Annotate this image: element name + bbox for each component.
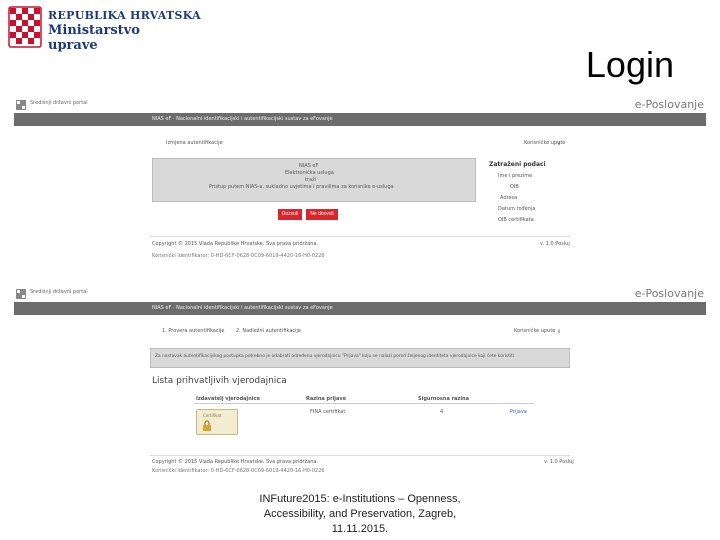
requested-data-title: Zatraženi podaci <box>489 161 546 168</box>
portal-logo-icon <box>16 289 26 299</box>
footer-divider <box>150 236 570 237</box>
info-text: Za nastavak autentifikacijskog postupka … <box>155 354 516 359</box>
navbar-title: NIAS eF · Nacionalni identifikacijski i … <box>152 305 333 311</box>
copyright: Copyright © 2015 Vlada Republike Hrvatsk… <box>152 459 319 465</box>
portal-label[interactable]: Središnji državni portal <box>30 100 88 106</box>
ministry-line-3: uprave <box>48 38 98 53</box>
box-line-3: Pristup putem NIAS-a, sukladno uvjetima … <box>209 184 394 190</box>
fina-card-image: Certifikat <box>196 409 238 435</box>
box-line-1: Elektronička usluga <box>285 170 334 176</box>
deny-button[interactable]: Ne dozvoli <box>306 209 338 220</box>
requested-item: OIB <box>510 184 519 190</box>
copyright: Copyright © 2015 Vlada Republike Hrvatsk… <box>152 241 319 247</box>
box-title: NIAS eF <box>299 163 319 169</box>
screenshot-consent: Središnji državni portal e-Poslovanje NI… <box>14 98 706 266</box>
portal-topbar: Središnji državni portal e-Poslovanje <box>14 287 706 301</box>
step-2-tab[interactable]: 2. Nadležni autentifikacije <box>236 328 301 334</box>
brand-logo: e-Poslovanje <box>634 98 704 111</box>
consent-box: NIAS eF Elektronička usluga traži Pristu… <box>152 158 476 202</box>
download-icon[interactable]: ⭳ <box>558 327 560 337</box>
brand-logo: e-Poslovanje <box>634 287 704 300</box>
security-level: 4 <box>440 409 444 415</box>
card-text: Certifikat <box>203 413 222 418</box>
footer-divider <box>150 455 570 456</box>
login-link[interactable]: Prijava <box>510 409 527 415</box>
portal-logo-icon <box>16 100 26 110</box>
coat-of-arms-icon <box>8 6 42 48</box>
slide-title: Login <box>585 44 674 85</box>
change-auth-link[interactable]: Izmjena autentifikacije <box>166 140 223 146</box>
session-id: Korisnički identifikator: 0-HD-6CF-0628-… <box>152 468 325 474</box>
ministry-name: REPUBLIKA HRVATSKA Ministarstvo uprave <box>48 8 201 53</box>
version: v. 1.0 Posluj <box>540 241 570 247</box>
ministry-line-2: Ministarstvo <box>48 23 140 38</box>
table-header: Razina prijave <box>306 396 347 402</box>
nias-navbar: NIAS eF · Nacionalni identifikacijski i … <box>14 302 706 315</box>
screenshot-credentials: Središnji državni portal e-Poslovanje NI… <box>14 287 706 475</box>
requested-item: Ime i prezime <box>498 173 533 179</box>
nias-navbar: NIAS eF · Nacionalni identifikacijski i … <box>14 113 706 126</box>
ministry-line-1: REPUBLIKA HRVATSKA <box>48 9 201 22</box>
portal-label[interactable]: Središnji državni portal <box>30 289 88 295</box>
table-divider <box>194 403 534 404</box>
version: v. 1.0 Posluj <box>544 459 574 465</box>
credential-level: FINA certifikat <box>310 409 346 415</box>
allow-button[interactable]: Dozvoli <box>278 209 302 220</box>
requested-item: OIB certifikata <box>498 217 534 223</box>
ministry-header: REPUBLIKA HRVATSKA Ministarstvo uprave <box>8 6 208 56</box>
navbar-title: NIAS eF · Nacionalni identifikacijski i … <box>152 116 333 122</box>
conference-footer: INFuture2015: e-Institutions – Openness,… <box>259 493 461 535</box>
box-line-2: traži <box>305 177 317 183</box>
download-icon[interactable]: ⭳ <box>558 139 560 149</box>
requested-item: Datum rođenja <box>498 206 536 212</box>
portal-topbar: Središnji državni portal e-Poslovanje <box>14 98 706 112</box>
info-banner: Za nastavak autentifikacijskog postupka … <box>150 348 570 368</box>
list-title: Lista prihvatljivih vjerodajnica <box>152 376 287 386</box>
step-1-tab[interactable]: 1. Provera autentifikacije <box>162 328 224 334</box>
lock-icon <box>203 420 211 431</box>
user-guide-link[interactable]: Korisničke upute <box>514 328 555 334</box>
table-header: Sigurnosna razina <box>418 396 469 402</box>
table-header: Izdavatelj vjerodajnice <box>196 396 260 402</box>
requested-item: Adresa <box>500 195 518 201</box>
session-id: Korisnički identifikator: 0-HD-6CF-0628-… <box>152 253 325 259</box>
